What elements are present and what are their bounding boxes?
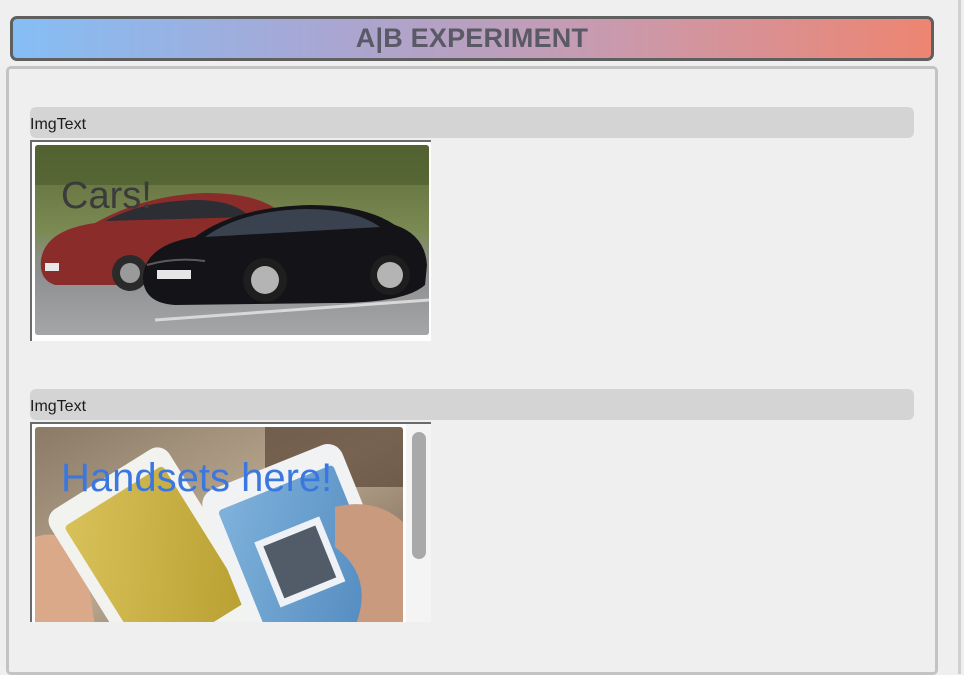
cars-caption: Cars!: [61, 175, 152, 217]
section-header-bar: [30, 389, 914, 420]
cars-photo-icon: [35, 145, 429, 335]
handsets-caption: Handsets here!: [61, 456, 333, 500]
header-banner: A|B EXPERIMENT: [10, 16, 934, 61]
section-label: ImgText: [30, 398, 87, 415]
image-frame-cars[interactable]: Cars!: [30, 140, 431, 341]
scrollbar-thumb[interactable]: [412, 432, 426, 559]
window-edge: [958, 0, 961, 674]
page-title: A|B EXPERIMENT: [355, 23, 589, 53]
cars-image: [35, 145, 429, 335]
image-frame-handsets[interactable]: Handsets here!: [30, 422, 431, 622]
section-label: ImgText: [30, 116, 87, 133]
section-header-bar: [30, 107, 914, 138]
